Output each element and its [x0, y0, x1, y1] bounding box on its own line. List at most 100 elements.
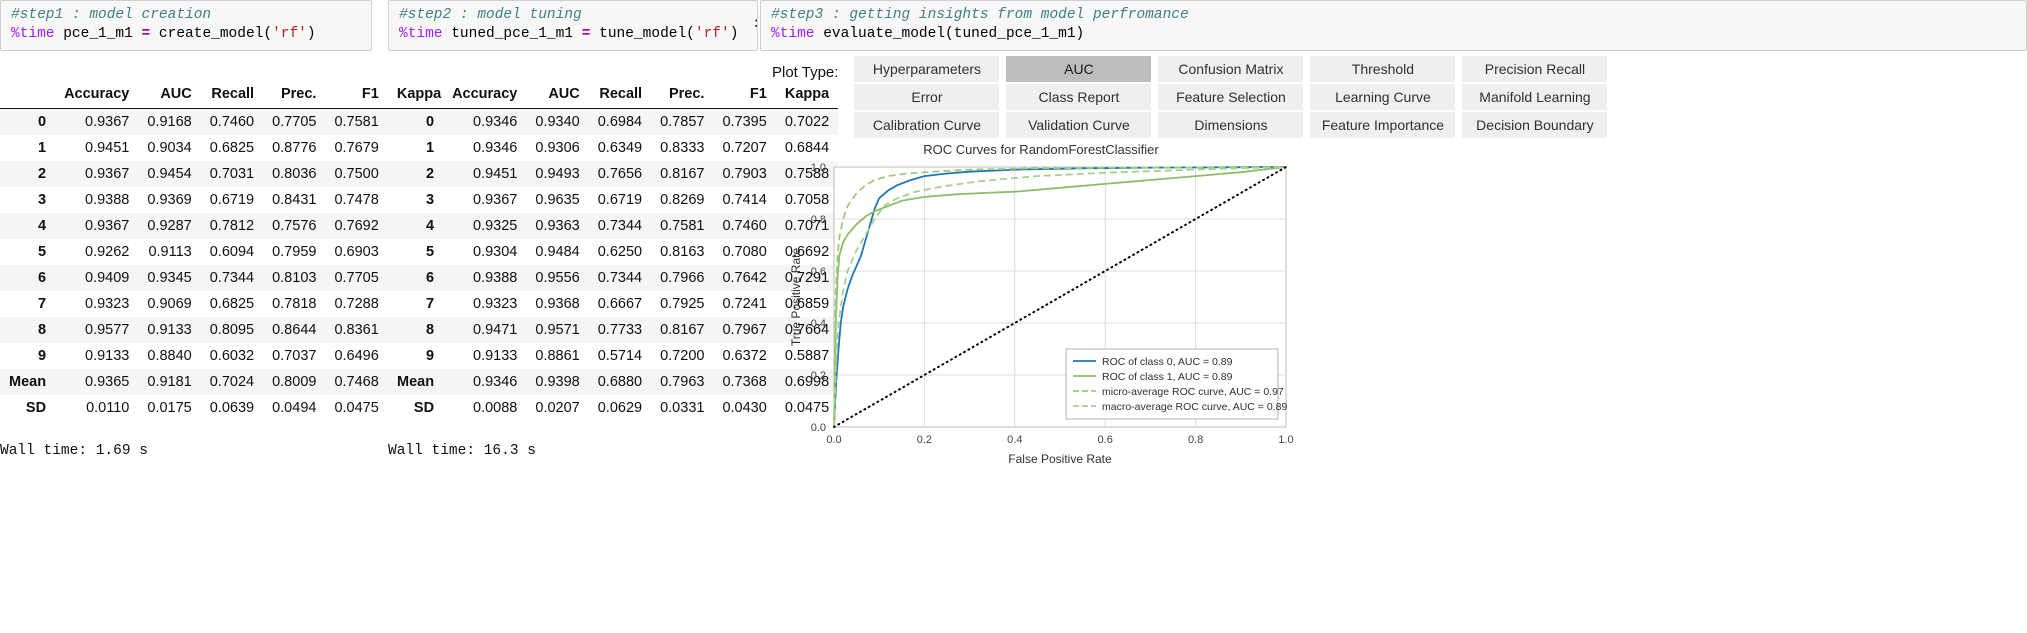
- cell-step3: #step3 : getting insights from model per…: [760, 0, 2027, 51]
- plot-type-column: Confusion MatrixFeature SelectionDimensi…: [1158, 56, 1303, 140]
- table-cell: 0.0494: [263, 395, 325, 421]
- table-cell: 0.9325: [443, 213, 526, 239]
- code-call: create_model(: [150, 26, 272, 42]
- table-cell: 0.7966: [651, 265, 713, 291]
- table-cell: 0.6372: [713, 343, 775, 369]
- code-magic: %time: [11, 26, 55, 42]
- row-index: Mean: [388, 369, 443, 395]
- x-axis-label: False Positive Rate: [1008, 452, 1112, 466]
- plot-type-button-error[interactable]: Error: [854, 84, 999, 110]
- table-row: 00.93670.91680.74600.77050.75810.7217: [0, 109, 450, 136]
- table-cell: 0.7200: [651, 343, 713, 369]
- table-cell: 0.7903: [713, 161, 775, 187]
- table-cell: 0.6719: [589, 187, 651, 213]
- table-cell: 0.7344: [201, 265, 263, 291]
- table-cell: 0.9368: [526, 291, 588, 317]
- table-cell: 0.9451: [55, 135, 138, 161]
- plot-type-button-decision-boundary[interactable]: Decision Boundary: [1462, 112, 1607, 138]
- plot-type-button-auc[interactable]: AUC: [1006, 56, 1151, 82]
- table-cell: 0.8431: [263, 187, 325, 213]
- row-index: 0: [388, 109, 443, 136]
- table-cell: 0.7037: [263, 343, 325, 369]
- table-header-row: AccuracyAUCRecallPrec.F1Kappa: [388, 81, 838, 109]
- code-call: tune_model(: [590, 26, 694, 42]
- table-cell: 0.9635: [526, 187, 588, 213]
- table-cell: 0.7080: [713, 239, 775, 265]
- table-cell: 0.5714: [589, 343, 651, 369]
- table-cell: 0.7031: [201, 161, 263, 187]
- table-cell: 0.9168: [138, 109, 200, 136]
- plot-type-button-calibration-curve[interactable]: Calibration Curve: [854, 112, 999, 138]
- table-row: Mean0.93460.93980.68800.79630.73680.6998: [388, 369, 838, 395]
- cell-step1: #step1 : model creation %time pce_1_m1 =…: [0, 0, 372, 459]
- code-comment: #step1 : model creation: [11, 7, 211, 23]
- y-tick-label: 0.4: [811, 318, 826, 330]
- row-index: 2: [0, 161, 55, 187]
- table-head: AccuracyAUCRecallPrec.F1Kappa: [388, 81, 838, 109]
- table-row: Mean0.93650.91810.70240.80090.74680.7108: [0, 369, 450, 395]
- plot-type-button-threshold[interactable]: Threshold: [1310, 56, 1455, 82]
- plot-type-button-dimensions[interactable]: Dimensions: [1158, 112, 1303, 138]
- table-cell: 0.9304: [443, 239, 526, 265]
- table-cell: 0.7207: [713, 135, 775, 161]
- table-cell: 0.9034: [138, 135, 200, 161]
- table-cell: 0.7679: [325, 135, 387, 161]
- table-cell: 0.6825: [201, 291, 263, 317]
- table-cell: 0.8269: [651, 187, 713, 213]
- table-cell: 0.6903: [325, 239, 387, 265]
- plot-type-button-validation-curve[interactable]: Validation Curve: [1006, 112, 1151, 138]
- table-cell: 0.7368: [713, 369, 775, 395]
- table-cell: 0.7581: [651, 213, 713, 239]
- plot-type-column: Precision RecallManifold LearningDecisio…: [1462, 56, 1607, 140]
- table-row: 90.91330.88610.57140.72000.63720.5887: [388, 343, 838, 369]
- plot-type-button-hyperparameters[interactable]: Hyperparameters: [854, 56, 999, 82]
- column-header: Accuracy: [55, 81, 138, 109]
- code-paren-close: ): [307, 26, 316, 42]
- x-tick-label: 0.2: [917, 434, 932, 446]
- legend-label: macro-average ROC curve, AUC = 0.89: [1102, 401, 1287, 413]
- table-cell: 0.6719: [201, 187, 263, 213]
- plot-type-button-feature-importance[interactable]: Feature Importance: [1310, 112, 1455, 138]
- table-cell: 0.8163: [651, 239, 713, 265]
- table-body: 00.93460.93400.69840.78570.73950.702210.…: [388, 109, 838, 422]
- table-row: 40.93250.93630.73440.75810.74600.7071: [388, 213, 838, 239]
- table-header-row: AccuracyAUCRecallPrec.F1Kappa: [0, 81, 450, 109]
- plot-type-button-manifold-learning[interactable]: Manifold Learning: [1462, 84, 1607, 110]
- plot-type-grid: HyperparametersErrorCalibration Curve AUC…: [854, 56, 1614, 140]
- table-cell: 0.7733: [589, 317, 651, 343]
- results-table-2-wrap: AccuracyAUCRecallPrec.F1Kappa 00.93460.9…: [388, 81, 758, 421]
- table-cell: 0.9287: [138, 213, 200, 239]
- table-row: 00.93460.93400.69840.78570.73950.7022: [388, 109, 838, 136]
- row-index: 1: [0, 135, 55, 161]
- table-cell: 0.7967: [713, 317, 775, 343]
- table-cell: 0.9571: [526, 317, 588, 343]
- table-cell: 0.7576: [263, 213, 325, 239]
- row-index: 3: [0, 187, 55, 213]
- table-cell: 0.9262: [55, 239, 138, 265]
- plot-type-button-confusion-matrix[interactable]: Confusion Matrix: [1158, 56, 1303, 82]
- legend-label: micro-average ROC curve, AUC = 0.97: [1102, 386, 1284, 398]
- code-cell-step3[interactable]: #step3 : getting insights from model per…: [760, 0, 2027, 51]
- table-cell: 0.0331: [651, 395, 713, 421]
- plot-type-button-class-report[interactable]: Class Report: [1006, 84, 1151, 110]
- table-cell: 0.6667: [589, 291, 651, 317]
- table-cell: 0.9577: [55, 317, 138, 343]
- row-index: 3: [388, 187, 443, 213]
- y-tick-label: 0.0: [811, 422, 826, 434]
- table-body: 00.93670.91680.74600.77050.75810.721710.…: [0, 109, 450, 422]
- table-cell: 0.0088: [443, 395, 526, 421]
- code-cell-step2[interactable]: #step2 : model tuning %time tuned_pce_1_…: [388, 0, 758, 51]
- table-cell: 0.6880: [589, 369, 651, 395]
- plot-type-button-learning-curve[interactable]: Learning Curve: [1310, 84, 1455, 110]
- table-cell: 0.6984: [589, 109, 651, 136]
- x-tick-label: 0.8: [1188, 434, 1203, 446]
- plot-type-button-precision-recall[interactable]: Precision Recall: [1462, 56, 1607, 82]
- table-cell: 0.9363: [526, 213, 588, 239]
- y-tick-label: 1.0: [811, 162, 826, 174]
- plot-type-button-feature-selection[interactable]: Feature Selection: [1158, 84, 1303, 110]
- table-cell: 0.0430: [713, 395, 775, 421]
- table-cell: 0.9398: [526, 369, 588, 395]
- code-cell-step1[interactable]: #step1 : model creation %time pce_1_m1 =…: [0, 0, 372, 51]
- row-index: 9: [388, 343, 443, 369]
- row-index: 7: [388, 291, 443, 317]
